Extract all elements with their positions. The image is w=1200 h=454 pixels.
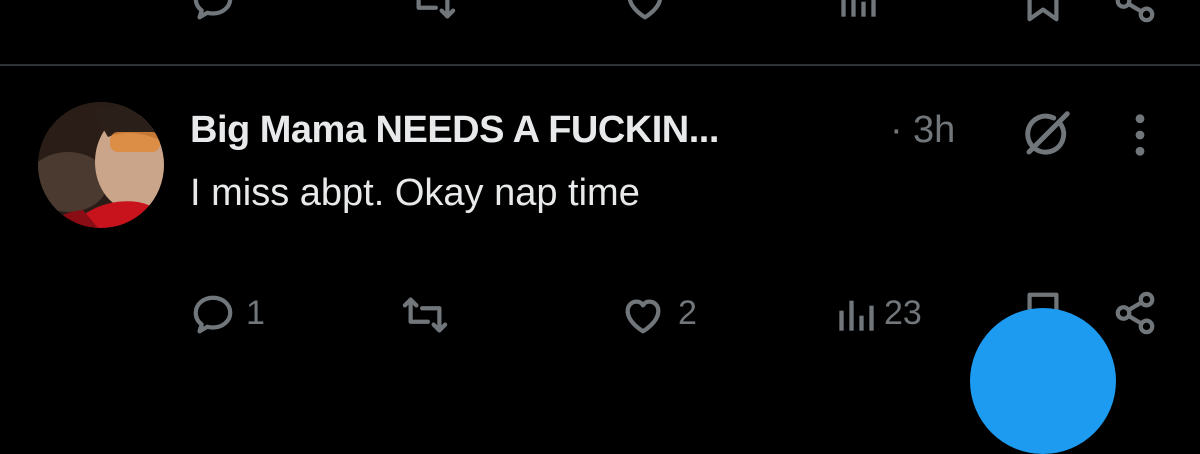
post-text: I miss abpt. Okay nap time bbox=[190, 172, 640, 214]
compose-button[interactable] bbox=[970, 308, 1116, 454]
reply-count: 1 bbox=[246, 294, 265, 332]
grok-icon[interactable] bbox=[1020, 107, 1074, 161]
view-count: 23 bbox=[884, 294, 922, 332]
like-count: 2 bbox=[678, 294, 697, 332]
repost-icon[interactable] bbox=[410, 0, 456, 24]
repost-icon[interactable] bbox=[402, 292, 448, 338]
author-name[interactable]: Big Mama NEEDS A FUCKIN... bbox=[190, 109, 719, 152]
reply-icon[interactable] bbox=[190, 0, 236, 24]
heart-icon[interactable] bbox=[620, 292, 666, 338]
avatar[interactable] bbox=[38, 102, 164, 228]
reply-icon[interactable] bbox=[190, 292, 236, 338]
share-icon[interactable] bbox=[1112, 290, 1158, 336]
post-timestamp[interactable]: 3h bbox=[913, 109, 955, 152]
previous-post-action-bar: 1 13 bbox=[0, 0, 1200, 28]
views-icon[interactable] bbox=[836, 294, 876, 334]
heart-icon[interactable] bbox=[622, 0, 668, 24]
bookmark-icon[interactable] bbox=[1020, 0, 1066, 24]
share-icon[interactable] bbox=[1112, 0, 1158, 24]
views-icon[interactable] bbox=[838, 0, 878, 20]
separator-dot: · bbox=[890, 109, 903, 151]
post-divider bbox=[0, 64, 1200, 66]
more-options-icon[interactable] bbox=[1130, 112, 1150, 158]
